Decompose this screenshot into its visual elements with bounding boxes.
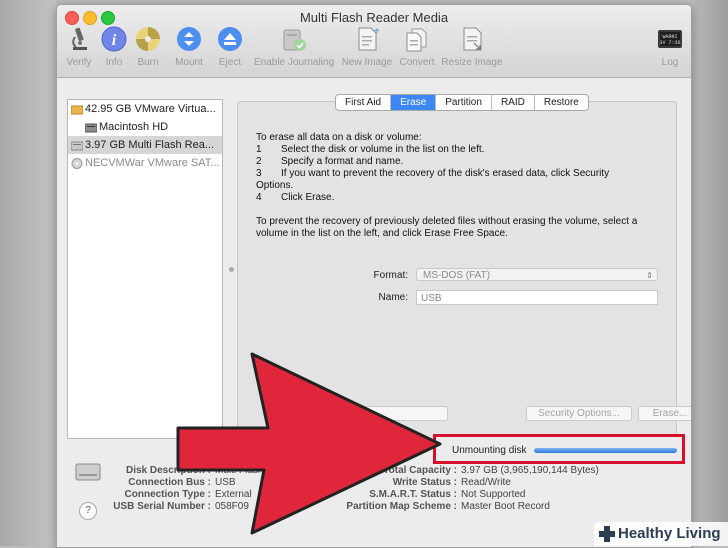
- log-button[interactable]: WARNI 3V 7:36 Log: [655, 25, 685, 68]
- chevron-updown-icon: ⇕: [646, 271, 653, 280]
- new-image-icon: +: [353, 25, 381, 53]
- erase-instructions: To erase all data on a disk or volume: 1…: [256, 132, 638, 239]
- convert-icon: [403, 25, 431, 53]
- disk-utility-window: Multi Flash Reader Media Verify i Info B…: [56, 4, 692, 548]
- health-cross-icon: [599, 526, 615, 542]
- disk-list-item[interactable]: 3.97 GB Multi Flash Rea...: [68, 136, 222, 154]
- desktop-background-left: [0, 0, 56, 546]
- info-button[interactable]: i Info: [99, 25, 129, 68]
- progress-bar: [534, 448, 677, 453]
- optical-drive-icon: [71, 157, 83, 169]
- journaling-icon: [280, 25, 308, 53]
- resize-image-icon: [458, 25, 486, 53]
- erase-pane: To erase all data on a disk or volume: 1…: [237, 101, 691, 441]
- svg-text:+: +: [374, 26, 380, 37]
- verify-button[interactable]: Verify: [61, 25, 97, 68]
- burn-disc-icon: [134, 25, 162, 53]
- disk-info-left: Disk Description : Multi Flash Connection…: [113, 465, 264, 512]
- volume-icon: [84, 121, 98, 133]
- disk-info-right: Total Capacity :3.97 GB (3,965,190,144 B…: [346, 465, 599, 512]
- log-console-icon: WARNI 3V 7:36: [656, 25, 684, 53]
- convert-button[interactable]: Convert: [397, 25, 437, 68]
- mount-button[interactable]: Mount: [171, 25, 207, 68]
- disk-list-item[interactable]: NECVMWar VMware SAT...: [68, 154, 222, 172]
- title-bar: Multi Flash Reader Media Verify i Info B…: [57, 5, 691, 78]
- disk-list-item[interactable]: 42.95 GB VMware Virtua...: [68, 100, 222, 118]
- progress-label: Unmounting disk: [452, 445, 527, 456]
- eject-icon: [216, 25, 244, 53]
- help-button[interactable]: ?: [79, 502, 97, 520]
- split-view-handle[interactable]: [229, 267, 234, 272]
- disk-list: 42.95 GB VMware Virtua... Macintosh HD 3…: [67, 99, 223, 439]
- progress-highlight-box: Unmounting disk: [433, 434, 685, 464]
- disk-list-item[interactable]: Macintosh HD: [68, 118, 222, 136]
- eject-button[interactable]: Eject: [215, 25, 245, 68]
- hard-drive-icon: [70, 103, 84, 115]
- erase-button[interactable]: Erase...: [638, 406, 691, 421]
- window-title: Multi Flash Reader Media: [299, 10, 449, 25]
- name-label: Name:: [378, 292, 408, 303]
- burn-button[interactable]: Burn: [133, 25, 163, 68]
- microscope-icon: [65, 25, 93, 53]
- erase-free-space-button[interactable]: [316, 406, 448, 421]
- mount-icon: [175, 25, 203, 53]
- svg-text:3V 7:36: 3V 7:36: [659, 40, 680, 46]
- tab-first-aid[interactable]: First Aid: [336, 95, 392, 110]
- new-image-button[interactable]: + New Image: [339, 25, 395, 68]
- volume-name-input[interactable]: USB: [416, 290, 658, 305]
- watermark: Healthy Living: [594, 522, 728, 546]
- tab-restore[interactable]: Restore: [535, 95, 588, 110]
- function-tabs: First Aid Erase Partition RAID Restore: [335, 94, 589, 111]
- security-options-button[interactable]: Security Options...: [526, 406, 632, 421]
- tab-raid[interactable]: RAID: [492, 95, 535, 110]
- svg-text:i: i: [112, 32, 117, 49]
- progress-bar-fill: [534, 448, 677, 453]
- usb-drive-icon: [70, 139, 84, 151]
- enable-journaling-button[interactable]: Enable Journaling: [251, 25, 337, 68]
- format-select[interactable]: MS-DOS (FAT) ⇕: [416, 268, 658, 281]
- desktop-background-right: [690, 0, 728, 546]
- format-label: Format:: [373, 270, 408, 281]
- tab-erase[interactable]: Erase: [391, 95, 437, 110]
- resize-image-button[interactable]: Resize Image: [441, 25, 503, 68]
- tab-partition[interactable]: Partition: [436, 95, 492, 110]
- info-icon: i: [100, 25, 128, 53]
